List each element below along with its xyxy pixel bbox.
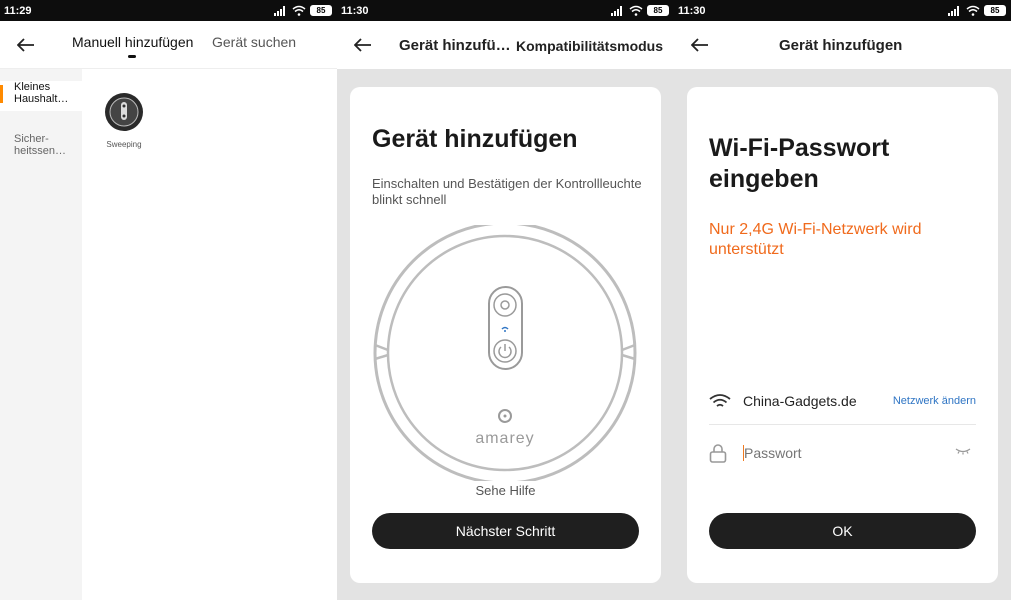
arrow-left-icon <box>354 38 371 52</box>
back-button[interactable] <box>351 33 375 57</box>
page-title: Gerät hinzufügen <box>779 37 903 54</box>
compatibility-mode-button[interactable]: Kompatibilitätsmodus <box>516 38 663 54</box>
eye-closed-icon[interactable] <box>955 447 971 455</box>
category-sidebar: Kleines Haushalt… Sicher-heitssen… <box>0 69 82 600</box>
app-bar: Manuell hinzufügen Gerät suchen <box>0 21 337 69</box>
screen-add-device-confirm: 11:30 85 Gerät hinzufü… Kompatibilitätsm… <box>337 0 674 600</box>
arrow-left-icon <box>691 38 708 52</box>
network-name: China-Gadgets.de <box>743 393 857 409</box>
signal-icon <box>948 5 959 16</box>
arrow-left-icon <box>17 38 34 52</box>
status-time: 11:30 <box>678 4 706 17</box>
battery-indicator: 85 <box>647 5 669 16</box>
signal-icon <box>274 5 285 16</box>
card-heading: Wi-Fi-Passwort eingeben <box>709 134 890 193</box>
divider <box>709 424 976 425</box>
battery-indicator: 85 <box>310 5 332 16</box>
brand-logo-text: amarey <box>475 430 534 447</box>
screen-add-device-manual: 11:29 85 Manuell hinzufügen Gerät suchen… <box>0 0 337 600</box>
next-step-button[interactable]: Nächster Schritt <box>372 513 639 549</box>
category-label: Kleines Haushalt… <box>14 81 69 105</box>
app-bar: Gerät hinzufügen <box>674 21 1011 69</box>
device-label: Sweeping <box>106 140 142 149</box>
wifi-icon <box>966 5 980 16</box>
content-card: Gerät hinzufügen Einschalten und Bestäti… <box>350 87 661 583</box>
status-bar: 11:30 85 <box>674 0 1011 21</box>
category-security-sensors[interactable]: Sicher-heitssen… <box>0 133 82 163</box>
wifi-warning: Nur 2,4G Wi-Fi-Netzwerk wird unterstützt <box>709 221 922 258</box>
card-description: Einschalten und Bestätigen der Kontrolll… <box>372 176 642 207</box>
back-button[interactable] <box>688 33 712 57</box>
battery-indicator: 85 <box>984 5 1006 16</box>
wifi-icon <box>292 5 306 16</box>
category-small-appliances[interactable]: Kleines Haushalt… <box>0 81 82 111</box>
lock-icon <box>709 444 727 463</box>
change-network-link[interactable]: Netzwerk ändern <box>893 395 976 407</box>
screen-wifi-password: 11:30 85 Gerät hinzufügen Wi-Fi-Passwort… <box>674 0 1011 600</box>
password-row <box>709 441 976 465</box>
status-bar: 11:29 85 <box>0 0 337 21</box>
robot-vacuum-illustration: amarey <box>373 225 637 481</box>
device-sweeping[interactable]: Sweeping <box>104 92 144 149</box>
page-title: Gerät hinzufü… <box>399 37 511 54</box>
category-label: Sicher-heitssen… <box>14 133 66 157</box>
status-bar: 11:30 85 <box>337 0 674 21</box>
wifi-icon <box>709 394 731 407</box>
help-link[interactable]: Sehe Hilfe <box>350 483 661 498</box>
status-time: 11:29 <box>4 4 32 17</box>
robot-vacuum-icon <box>105 93 143 131</box>
password-field[interactable] <box>743 445 933 461</box>
card-heading: Gerät hinzufügen <box>372 125 578 153</box>
tab-indicator <box>128 55 136 58</box>
back-button[interactable] <box>14 33 38 57</box>
wifi-icon <box>629 5 643 16</box>
content-card: Wi-Fi-Passwort eingeben Nur 2,4G Wi-Fi-N… <box>687 87 998 583</box>
tab-search-device[interactable]: Gerät suchen <box>212 34 296 50</box>
signal-icon <box>611 5 622 16</box>
status-time: 11:30 <box>341 4 369 17</box>
network-row: China-Gadgets.de Netzwerk ändern <box>709 389 976 413</box>
app-bar: Gerät hinzufü… Kompatibilitätsmodus <box>337 21 674 69</box>
tab-manual-add[interactable]: Manuell hinzufügen <box>72 34 193 50</box>
ok-button[interactable]: OK <box>709 513 976 549</box>
selected-indicator <box>0 85 3 103</box>
